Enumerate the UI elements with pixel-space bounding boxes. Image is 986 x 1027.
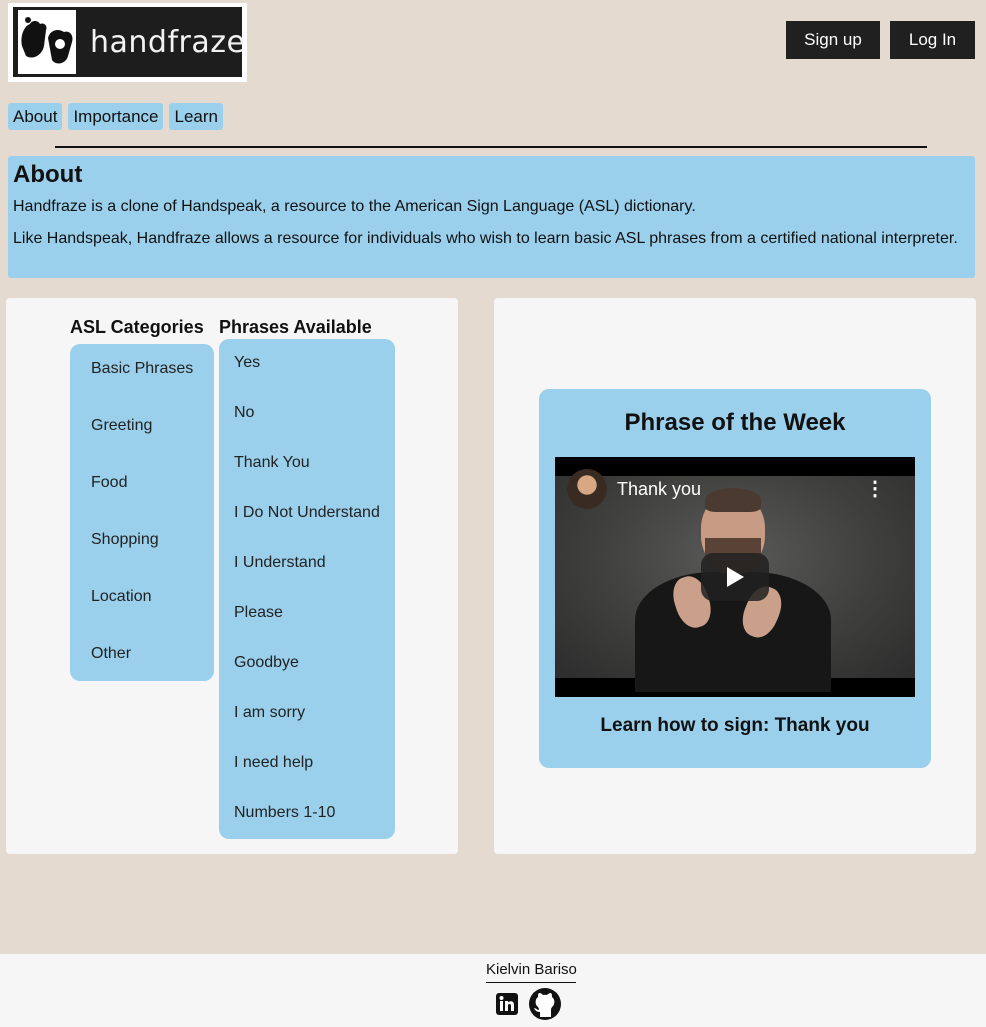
social-links	[496, 987, 562, 1026]
phrase-item-thank-you[interactable]: Thank You	[219, 454, 395, 504]
logo-banner: handfraze	[13, 7, 246, 77]
footer-author: Kielvin Bariso	[486, 961, 577, 978]
category-list: Basic Phrases Greeting Food Shopping Loc…	[70, 344, 214, 681]
nav-item-learn[interactable]: Learn	[169, 103, 223, 130]
more-options-icon[interactable]: ⋮	[865, 479, 885, 499]
github-icon[interactable]	[528, 987, 562, 1026]
phrase-item-i-need-help[interactable]: I need help	[219, 754, 395, 804]
phrase-item-no[interactable]: No	[219, 404, 395, 454]
phrase-item-i-do-not-understand[interactable]: I Do Not Understand	[219, 504, 395, 554]
about-section: About Handfraze is a clone of Handspeak,…	[8, 156, 975, 278]
nav-item-importance[interactable]: Importance	[68, 103, 164, 130]
category-item-location[interactable]: Location	[70, 588, 214, 645]
footer: Kielvin Bariso	[0, 954, 986, 1027]
logo-text: handfraze	[90, 24, 246, 60]
category-item-greeting[interactable]: Greeting	[70, 417, 214, 474]
phrase-item-i-am-sorry[interactable]: I am sorry	[219, 704, 395, 754]
phrase-of-week-panel: Phrase of the Week Thank you ⋮ Learn how…	[494, 298, 976, 854]
phrase-item-yes[interactable]: Yes	[219, 354, 395, 404]
phrase-item-goodbye[interactable]: Goodbye	[219, 654, 395, 704]
about-paragraph-1: Handfraze is a clone of Handspeak, a res…	[13, 198, 696, 215]
phrase-item-i-understand[interactable]: I Understand	[219, 554, 395, 604]
category-item-basic-phrases[interactable]: Basic Phrases	[70, 360, 214, 417]
nav-bar: About Importance Learn	[8, 103, 223, 130]
category-item-shopping[interactable]: Shopping	[70, 531, 214, 588]
video-title[interactable]: Thank you	[617, 479, 701, 500]
category-item-other[interactable]: Other	[70, 645, 214, 702]
video-player[interactable]: Thank you ⋮	[555, 457, 915, 697]
play-icon	[727, 567, 744, 587]
divider	[55, 146, 927, 148]
signup-button[interactable]: Sign up	[786, 21, 880, 59]
categories-panel: ASL Categories Phrases Available Basic P…	[6, 298, 458, 854]
play-button[interactable]	[701, 553, 769, 601]
about-paragraph-2: Like Handspeak, Handfraze allows a resou…	[13, 230, 958, 247]
phrase-list: Yes No Thank You I Do Not Understand I U…	[219, 339, 395, 839]
phrases-title: Phrases Available	[219, 317, 372, 337]
login-button[interactable]: Log In	[890, 21, 975, 59]
phrase-item-numbers[interactable]: Numbers 1-10	[219, 804, 395, 854]
logo[interactable]: handfraze	[8, 3, 247, 82]
nav-item-about[interactable]: About	[8, 103, 63, 130]
phrase-item-please[interactable]: Please	[219, 604, 395, 654]
linkedin-icon[interactable]	[496, 993, 518, 1020]
video-person-hair	[705, 488, 761, 512]
channel-avatar[interactable]	[567, 469, 607, 509]
phrase-of-week-caption: Learn how to sign: Thank you	[600, 715, 870, 736]
about-title: About	[13, 161, 83, 188]
phrase-of-week-title: Phrase of the Week	[624, 409, 846, 436]
sign-hands-icon	[18, 10, 76, 74]
footer-divider	[486, 982, 576, 983]
categories-title: ASL Categories	[70, 317, 204, 337]
phrase-of-week-card: Phrase of the Week Thank you ⋮ Learn how…	[539, 389, 931, 768]
category-item-food[interactable]: Food	[70, 474, 214, 531]
